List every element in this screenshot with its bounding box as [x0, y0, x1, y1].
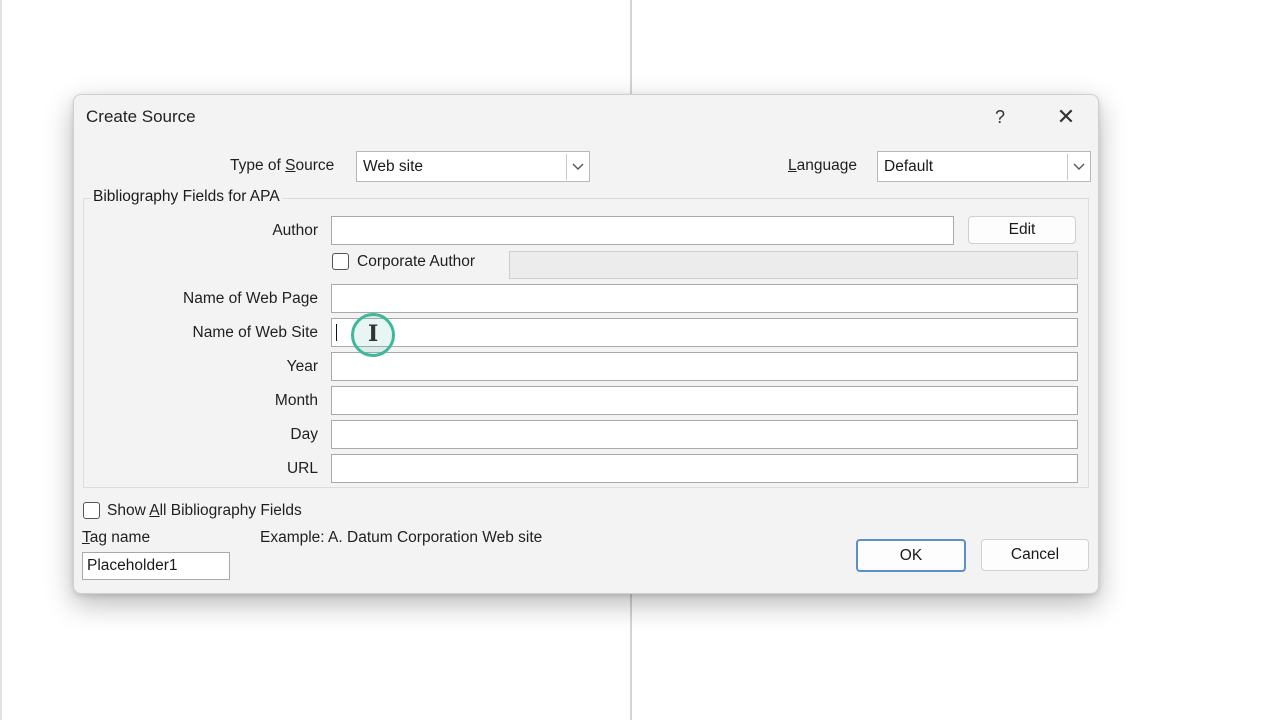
url-label: URL: [286, 460, 318, 477]
day-input[interactable]: [331, 420, 1078, 449]
tag-name-input[interactable]: Placeholder1: [82, 552, 230, 580]
language-select[interactable]: Default: [877, 151, 1091, 182]
corporate-author-label: Corporate Author: [357, 253, 476, 270]
help-icon: ?: [994, 106, 1005, 127]
chevron-down-icon[interactable]: [566, 153, 589, 180]
type-of-source-value: Web site: [363, 157, 424, 175]
tag-name-label: Tag name: [82, 529, 151, 546]
close-icon: ✕: [1056, 104, 1076, 129]
day-label: Day: [290, 426, 318, 443]
year-label: Year: [286, 358, 318, 375]
author-label: Author: [272, 222, 318, 239]
author-input[interactable]: [331, 216, 954, 245]
name-of-web-page-label: Name of Web Page: [183, 290, 318, 307]
year-input[interactable]: [331, 352, 1078, 381]
type-of-source-select[interactable]: Web site: [356, 151, 590, 182]
month-input[interactable]: [331, 386, 1078, 415]
corporate-author-input: [509, 251, 1078, 279]
ok-button[interactable]: OK: [856, 539, 966, 572]
language-label: Language: [788, 157, 857, 174]
cancel-button[interactable]: Cancel: [981, 539, 1089, 571]
document-edge: [0, 0, 2, 720]
chevron-down-icon[interactable]: [1067, 153, 1090, 180]
show-all-fields-label: Show All Bibliography Fields: [107, 502, 302, 519]
edit-author-button[interactable]: Edit: [968, 216, 1076, 244]
help-button[interactable]: ?: [982, 101, 1018, 133]
create-source-dialog: Create Source ? ✕ Type of Source Web sit…: [73, 94, 1099, 594]
text-cursor-icon: I: [368, 321, 379, 347]
month-label: Month: [274, 392, 318, 409]
language-value: Default: [884, 157, 934, 175]
url-input[interactable]: [331, 454, 1078, 483]
example-text: Example: A. Datum Corporation Web site: [260, 529, 543, 546]
text-caret: [336, 324, 337, 341]
name-of-web-site-label: Name of Web Site: [192, 324, 319, 341]
show-all-fields-checkbox[interactable]: [83, 502, 100, 519]
close-button[interactable]: ✕: [1046, 101, 1086, 133]
type-of-source-label: Type of Source: [230, 157, 335, 174]
bibliography-group-title: Bibliography Fields for APA: [91, 188, 282, 206]
name-of-web-page-input[interactable]: [331, 284, 1078, 313]
corporate-author-checkbox[interactable]: [332, 253, 349, 270]
name-of-web-site-input[interactable]: [331, 318, 1078, 347]
dialog-title: Create Source: [86, 107, 196, 126]
